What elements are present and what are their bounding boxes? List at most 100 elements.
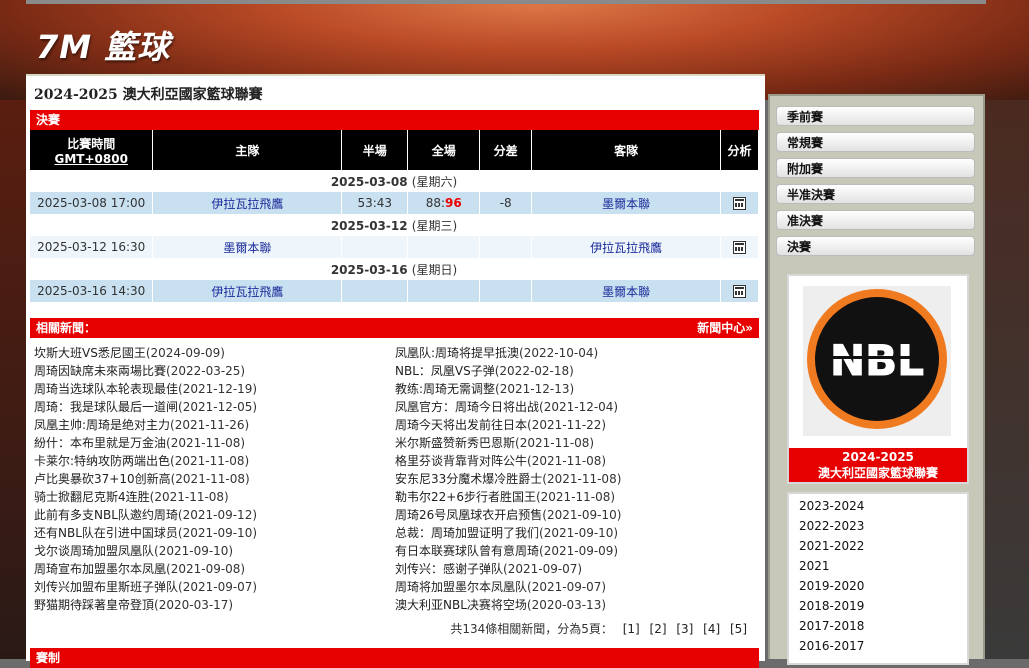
news-title[interactable]: 澳大利亚NBL决赛将空场 — [395, 598, 527, 612]
news-item[interactable]: 周琦因缺席未來兩場比賽(2022-03-25) — [34, 362, 394, 380]
home-team-link[interactable]: 伊拉瓦拉飛鷹 — [211, 285, 283, 299]
news-item[interactable]: 周琦今天将出发前往日本(2021-11-22) — [395, 416, 755, 434]
news-title[interactable]: 卢比奥暴砍37+10创新高 — [34, 472, 171, 486]
news-item[interactable]: 格里芬谈背靠背对阵公牛(2021-11-08) — [395, 452, 755, 470]
season-item[interactable]: 2022-2023 — [789, 516, 967, 536]
news-title[interactable]: 周琦26号凤凰球衣开启预售 — [395, 508, 542, 522]
news-title[interactable]: 刘传兴：感谢子弹队 — [395, 562, 503, 576]
sidebar-item-semifinal[interactable]: 准決賽 — [776, 210, 975, 230]
news-title[interactable]: 周琦：我是球队最后一道闸 — [34, 400, 178, 414]
season-item[interactable]: 2016-2017 — [789, 636, 967, 656]
pager-summary: 共134條相關新聞，分為5頁： — [450, 622, 613, 636]
news-title[interactable]: 凤凰队:周琦将提早抵澳 — [395, 346, 519, 360]
date-header: 2025-03-08 (星期六) — [30, 170, 759, 192]
sidebar-item-final[interactable]: 決賽 — [776, 236, 975, 256]
half-score: 53:43 — [341, 192, 409, 214]
news-title[interactable]: 周琦将加盟墨尔本凤凰队 — [395, 580, 527, 594]
news-item[interactable]: 周琦26号凤凰球衣开启预售(2021-09-10) — [395, 506, 755, 524]
season-item[interactable]: 2021 — [789, 556, 967, 576]
sidebar-item-preseason[interactable]: 季前賽 — [776, 106, 975, 126]
page-link[interactable]: [5] — [730, 622, 747, 636]
away-team-link[interactable]: 墨爾本聯 — [602, 285, 650, 299]
sidebar-item-playin[interactable]: 附加賽 — [776, 158, 975, 178]
season-item[interactable]: 2017-2018 — [789, 616, 967, 636]
news-title[interactable]: 周琦当选球队本轮表现最佳 — [34, 382, 178, 396]
news-title[interactable]: NBL：凤凰VS子弹 — [395, 364, 495, 378]
news-title[interactable]: 紛什：本布里就是万金油 — [34, 436, 166, 450]
news-title[interactable]: 周琦今天将出发前往日本 — [395, 418, 527, 432]
news-item[interactable]: 凤凰主帅:周琦是绝对主力(2021-11-26) — [34, 416, 394, 434]
news-item[interactable]: 凤凰官方：周琦今日将出战(2021-12-04) — [395, 398, 755, 416]
news-item[interactable]: 此前有多支NBL队邀约周琦(2021-09-12) — [34, 506, 394, 524]
results-section-bar: 決賽 — [30, 110, 759, 130]
news-title[interactable]: 周琦宣布加盟墨尔本凤凰 — [34, 562, 166, 576]
news-item[interactable]: 周琦：我是球队最后一道闸(2021-12-05) — [34, 398, 394, 416]
news-item[interactable]: 澳大利亚NBL决赛将空场(2020-03-13) — [395, 596, 755, 614]
news-item[interactable]: 周琦当选球队本轮表现最佳(2021-12-19) — [34, 380, 394, 398]
season-item[interactable]: 2021-2022 — [789, 536, 967, 556]
news-title[interactable]: 刘传兴加盟布里斯班子弹队 — [34, 580, 178, 594]
news-item[interactable]: 勒韦尔22+6步行者胜国王(2021-11-08) — [395, 488, 755, 506]
away-team-link[interactable]: 墨爾本聯 — [602, 197, 650, 211]
season-item[interactable]: 2018-2019 — [789, 596, 967, 616]
news-item[interactable]: 紛什：本布里就是万金油(2021-11-08) — [34, 434, 394, 452]
page-link[interactable]: [2] — [650, 622, 667, 636]
news-item[interactable]: 米尔斯盛赞新秀巴恩斯(2021-11-08) — [395, 434, 755, 452]
league-badge: NBL 2024-2025 澳大利亞國家籃球聯賽 — [787, 274, 969, 484]
sidebar-item-regular[interactable]: 常規賽 — [776, 132, 975, 152]
sidebar-item-quarterfinal[interactable]: 半准決賽 — [776, 184, 975, 204]
season-item[interactable]: 2023-2024 — [789, 496, 967, 516]
news-item[interactable]: 凤凰队:周琦将提早抵澳(2022-10-04) — [395, 344, 755, 362]
news-title[interactable]: 凤凰官方：周琦今日将出战 — [395, 400, 539, 414]
news-title[interactable]: 总裁：周琦加盟证明了我们 — [395, 526, 539, 540]
news-item[interactable]: 周琦宣布加盟墨尔本凤凰(2021-09-08) — [34, 560, 394, 578]
page-link[interactable]: [4] — [703, 622, 720, 636]
news-item[interactable]: 教练:周琦无需调整(2021-12-13) — [395, 380, 755, 398]
news-item[interactable]: 安东尼33分魔术爆冷胜爵士(2021-11-08) — [395, 470, 755, 488]
news-title[interactable]: 此前有多支NBL队邀约周琦 — [34, 508, 178, 522]
news-title[interactable]: 米尔斯盛赞新秀巴恩斯 — [395, 436, 515, 450]
away-team-link[interactable]: 伊拉瓦拉飛鷹 — [590, 241, 662, 255]
news-item[interactable]: 总裁：周琦加盟证明了我们(2021-09-10) — [395, 524, 755, 542]
news-date: (2021-09-07) — [527, 580, 607, 594]
news-title[interactable]: 格里芬谈背靠背对阵公牛 — [395, 454, 527, 468]
home-team-link[interactable]: 墨爾本聯 — [223, 241, 271, 255]
news-title[interactable]: 卡莱尔:特纳攻防两端出色 — [34, 454, 170, 468]
news-item[interactable]: 坎斯大班VS悉尼國王(2024-09-09) — [34, 344, 394, 362]
home-team-link[interactable]: 伊拉瓦拉飛鷹 — [211, 197, 283, 211]
news-title[interactable]: 戈尔谈周琦加盟凤凰队 — [34, 544, 154, 558]
site-logo[interactable]: 7M 籃球 — [36, 22, 170, 68]
news-item[interactable]: 刘传兴加盟布里斯班子弹队(2021-09-07) — [34, 578, 394, 596]
news-title[interactable]: 还有NBL队在引进中国球员 — [34, 526, 178, 540]
news-item[interactable]: 卡莱尔:特纳攻防两端出色(2021-11-08) — [34, 452, 394, 470]
news-title[interactable]: 骑士掀翻尼克斯4连胜 — [34, 490, 150, 504]
news-center-link[interactable]: 新聞中心» — [697, 318, 753, 338]
news-item[interactable]: 还有NBL队在引进中国球员(2021-09-10) — [34, 524, 394, 542]
news-title[interactable]: 勒韦尔22+6步行者胜国王 — [395, 490, 536, 504]
news-item[interactable]: NBL：凤凰VS子弹(2022-02-18) — [395, 362, 755, 380]
news-title[interactable]: 安东尼33分魔术爆冷胜爵士 — [395, 472, 542, 486]
news-title[interactable]: 周琦因缺席未來兩場比賽 — [34, 364, 166, 378]
news-item[interactable]: 有日本联赛球队曾有意周琦(2021-09-09) — [395, 542, 755, 560]
season-item[interactable]: 2019-2020 — [789, 576, 967, 596]
news-title[interactable]: 坎斯大班VS悉尼國王 — [34, 346, 146, 360]
col-full: 全場 — [407, 130, 481, 170]
news-item[interactable]: 卢比奥暴砍37+10创新高(2021-11-08) — [34, 470, 394, 488]
page-link[interactable]: [1] — [623, 622, 640, 636]
page-link[interactable]: [3] — [676, 622, 693, 636]
news-item[interactable]: 骑士掀翻尼克斯4连胜(2021-11-08) — [34, 488, 394, 506]
news-title[interactable]: 野猫期待踩著皇帝登頂 — [34, 598, 154, 612]
news-title[interactable]: 有日本联赛球队曾有意周琦 — [395, 544, 539, 558]
analysis-icon[interactable] — [732, 241, 746, 254]
news-item[interactable]: 周琦将加盟墨尔本凤凰队(2021-09-07) — [395, 578, 755, 596]
news-item[interactable]: 戈尔谈周琦加盟凤凰队(2021-09-10) — [34, 542, 394, 560]
svg-text:NBL: NBL — [830, 336, 924, 385]
news-title[interactable]: 教练:周琦无需调整 — [395, 382, 495, 396]
analysis-icon[interactable] — [732, 197, 746, 210]
results-section-title: 決賽 — [36, 113, 61, 127]
timezone-link[interactable]: GMT+0800 — [30, 152, 152, 166]
news-item[interactable]: 刘传兴：感谢子弹队(2021-09-07) — [395, 560, 755, 578]
news-title[interactable]: 凤凰主帅:周琦是绝对主力 — [34, 418, 170, 432]
analysis-icon[interactable] — [732, 285, 746, 298]
news-item[interactable]: 野猫期待踩著皇帝登頂(2020-03-17) — [34, 596, 394, 614]
